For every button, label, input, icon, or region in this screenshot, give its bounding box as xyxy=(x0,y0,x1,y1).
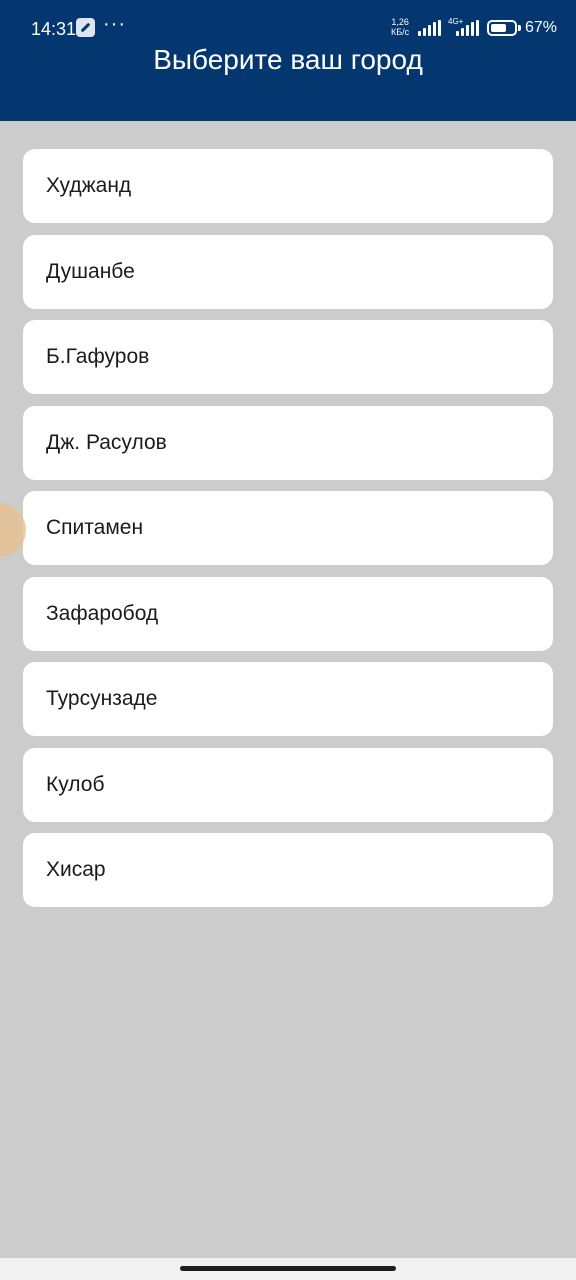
battery-cap-icon xyxy=(518,25,521,31)
signal-strength-icon xyxy=(418,20,442,36)
navigation-bar xyxy=(0,1258,576,1280)
wrench-icon xyxy=(76,18,95,37)
city-item-khujand[interactable]: Худжанд xyxy=(23,149,553,223)
city-item-tursunzade[interactable]: Турсунзаде xyxy=(23,662,553,736)
city-item-spitamen[interactable]: Спитамен xyxy=(23,491,553,565)
city-item-hisor[interactable]: Хисар xyxy=(23,833,553,907)
battery-percent: 67% xyxy=(525,19,558,36)
city-item-dushanbe[interactable]: Душанбе xyxy=(23,234,553,309)
city-list: Худжанд Душанбе Б.Гафуров Дж. Расулов Сп… xyxy=(23,149,553,919)
battery-icon xyxy=(487,20,517,36)
city-item-b-gafurov[interactable]: Б.Гафуров xyxy=(23,320,553,394)
app-header: 14:31 ··· 1,26 КБ/с 4G+ 67% Выберите ваш… xyxy=(0,0,576,121)
home-indicator[interactable] xyxy=(180,1266,396,1271)
signal-strength-icon-2 xyxy=(456,20,480,36)
status-time: 14:31 xyxy=(31,19,77,39)
battery-fill xyxy=(491,24,506,32)
network-speed: 1,26 КБ/с xyxy=(391,17,410,37)
city-item-j-rasulov[interactable]: Дж. Расулов xyxy=(23,405,553,480)
page-title: Выберите ваш город xyxy=(153,44,423,75)
city-item-zafarobod[interactable]: Зафаробод xyxy=(23,576,553,651)
more-notifications-icon: ··· xyxy=(103,13,126,35)
city-item-kulob[interactable]: Кулоб xyxy=(23,747,553,822)
